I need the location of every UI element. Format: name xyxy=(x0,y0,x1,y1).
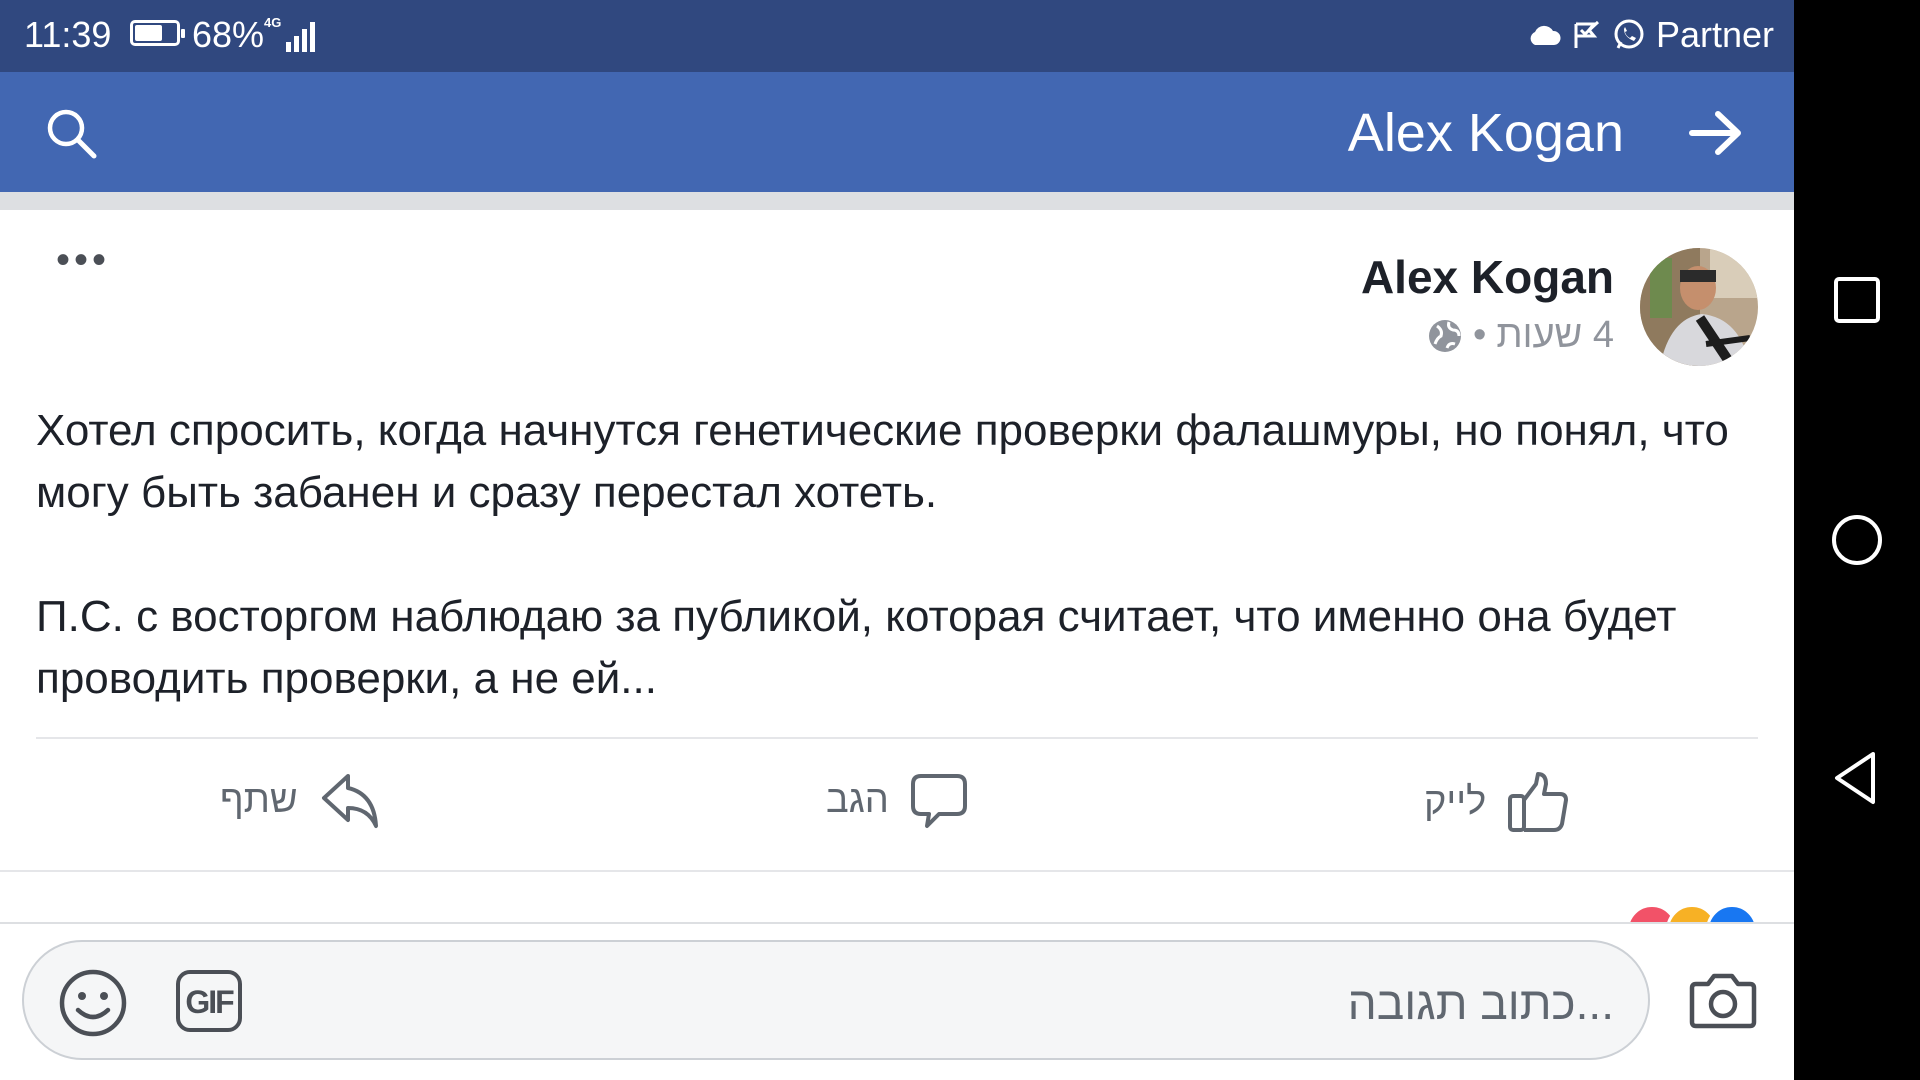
reaction-icons xyxy=(1626,904,1758,922)
comment-composer: GIF ...כתוב תגובה xyxy=(0,922,1794,1080)
whatsapp-icon xyxy=(1614,19,1644,49)
network-type: 4G xyxy=(264,15,282,30)
status-right: Partner xyxy=(1526,14,1774,56)
thumbs-up-icon xyxy=(1508,772,1569,832)
more-options-icon[interactable]: ••• xyxy=(56,240,110,280)
signal-icon xyxy=(286,22,315,52)
post-paragraph-1: Хотел спросить, когда начнутся генетичес… xyxy=(36,406,1729,517)
share-button[interactable]: שתף xyxy=(220,770,382,830)
battery-icon xyxy=(130,20,185,46)
header-title: Alex Kogan xyxy=(1347,103,1624,163)
gif-button[interactable]: GIF xyxy=(176,970,242,1032)
back-icon[interactable] xyxy=(1827,748,1887,808)
carrier-name: Partner xyxy=(1655,14,1774,55)
camera-icon[interactable] xyxy=(1688,970,1758,1030)
post-paragraph-2[interactable]: П.С. с восторгом наблюдаю за публикой, к… xyxy=(36,586,1756,710)
emoji-icon[interactable] xyxy=(58,968,128,1038)
header-divider xyxy=(0,192,1794,210)
avatar-photo xyxy=(1640,248,1758,366)
post-author[interactable]: Alex Kogan xyxy=(1361,250,1614,304)
app-header: Alex Kogan xyxy=(0,72,1794,192)
post-actions-divider xyxy=(36,737,1758,739)
like-label: לייק xyxy=(1424,780,1487,823)
cloud-icon xyxy=(1530,25,1561,45)
comment-label: הגב xyxy=(826,778,889,821)
reactions-summary[interactable] xyxy=(0,872,1794,922)
share-label: שתף xyxy=(220,778,298,821)
meta-separator: • xyxy=(1473,314,1487,356)
like-button[interactable]: לייק xyxy=(1424,770,1570,834)
post-time[interactable]: 4 שעות xyxy=(1496,314,1614,357)
post-body: Хотел спросить, когда начнутся генетичес… xyxy=(36,400,1756,710)
android-nav-bar xyxy=(1794,0,1920,1080)
post-actions: שתף הגב לייק xyxy=(0,770,1794,860)
post-meta: • 4 שעות xyxy=(1427,314,1614,357)
search-icon[interactable] xyxy=(44,106,98,160)
recent-apps-icon[interactable] xyxy=(1827,270,1887,330)
globe-icon xyxy=(1429,319,1461,352)
share-icon xyxy=(321,774,378,828)
like-reaction-icon xyxy=(1706,904,1758,922)
status-bar: 11:39 68% 4G Partner xyxy=(0,0,1794,72)
avatar[interactable] xyxy=(1640,248,1758,366)
comment-input-field[interactable]: GIF ...כתוב תגובה xyxy=(22,940,1650,1060)
comment-icon xyxy=(910,774,967,828)
battery-percent: 68% xyxy=(192,14,265,55)
comment-button[interactable]: הגב xyxy=(826,770,969,830)
home-icon[interactable] xyxy=(1827,510,1887,570)
arrow-right-icon[interactable] xyxy=(1688,110,1744,156)
post-card: ••• Alex Kogan • 4 שעות Хотел спросить, … xyxy=(0,210,1794,870)
check-flag-icon xyxy=(1574,20,1599,48)
phone-screen: 11:39 68% 4G Partner Alex Kogan ••• Alex… xyxy=(0,0,1794,1080)
status-time: 11:39 xyxy=(24,14,112,55)
battery-fill xyxy=(135,25,162,41)
comment-placeholder: ...כתוב תגובה xyxy=(1347,977,1614,1029)
